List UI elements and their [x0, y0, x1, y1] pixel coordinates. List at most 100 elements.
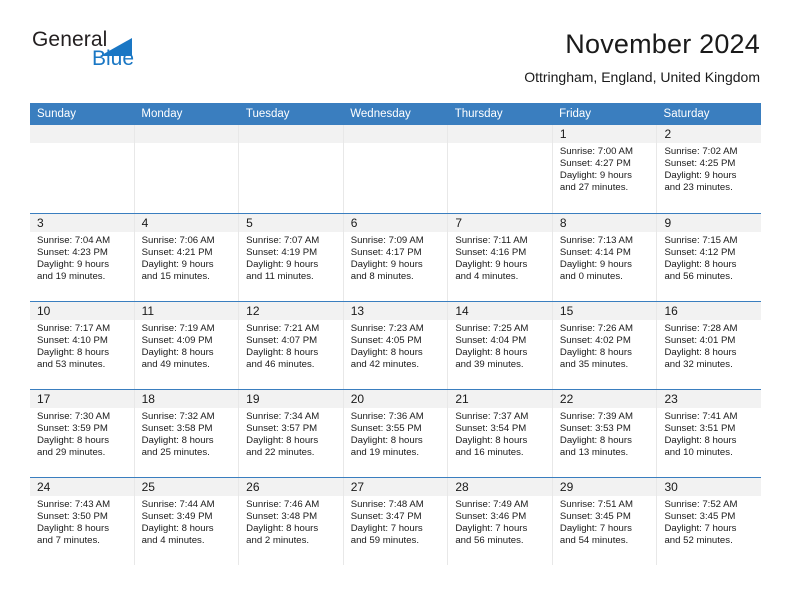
- calendar-day-cell[interactable]: 18 Sunrise: 7:32 AM Sunset: 3:58 PM Dayligh…: [133, 390, 239, 477]
- sun-times-line: and 39 minutes.: [455, 359, 524, 371]
- sun-times-line: Sunset: 3:50 PM: [37, 511, 108, 523]
- sun-times-line: Daylight: 8 hours: [141, 523, 214, 535]
- calendar-day-cell[interactable]: 11 Sunrise: 7:19 AM Sunset: 4:09 PM Dayligh…: [133, 302, 239, 389]
- sun-times-line: Sunset: 4:09 PM: [141, 335, 213, 347]
- calendar-day-cell[interactable]: 14 Sunrise: 7:25 AM Sunset: 4:04 PM Dayligh…: [447, 302, 552, 389]
- sun-times-line: Daylight: 8 hours: [246, 347, 319, 359]
- sun-times-line: Sunset: 4:25 PM: [664, 158, 736, 170]
- calendar-cell-empty: [342, 125, 448, 213]
- sun-times-line: Daylight: 8 hours: [559, 347, 632, 359]
- calendar-day-cell[interactable]: 5 Sunrise: 7:07 AM Sunset: 4:19 PM Daylight…: [238, 214, 343, 301]
- calendar-day-cell[interactable]: 29 Sunrise: 7:51 AM Sunset: 3:45 PM Dayligh…: [551, 478, 657, 565]
- calendar-day-cell[interactable]: 15 Sunrise: 7:26 AM Sunset: 4:02 PM Dayligh…: [551, 302, 657, 389]
- sun-times-line: and 22 minutes.: [246, 447, 315, 459]
- calendar-day-cell[interactable]: 10 Sunrise: 7:17 AM Sunset: 4:10 PM Dayligh…: [30, 302, 134, 389]
- calendar-day-cell[interactable]: 12 Sunrise: 7:21 AM Sunset: 4:07 PM Dayligh…: [238, 302, 343, 389]
- sun-times-line: Sunset: 4:14 PM: [559, 247, 631, 259]
- day-number: 18: [134, 390, 239, 408]
- calendar-week-row: 10 Sunrise: 7:17 AM Sunset: 4:10 PM Dayligh…: [30, 301, 762, 389]
- calendar-day-cell[interactable]: 13 Sunrise: 7:23 AM Sunset: 4:05 PM Dayligh…: [342, 302, 448, 389]
- sun-times-line: Sunrise: 7:17 AM: [37, 323, 111, 334]
- calendar-day-cell[interactable]: 25 Sunrise: 7:44 AM Sunset: 3:49 PM Dayligh…: [133, 478, 239, 565]
- sun-times-line: and 59 minutes.: [350, 535, 420, 547]
- calendar-day-cell[interactable]: 19 Sunrise: 7:34 AM Sunset: 3:57 PM Dayligh…: [238, 390, 343, 477]
- calendar-day-cell[interactable]: 21 Sunrise: 7:37 AM Sunset: 3:54 PM Dayligh…: [447, 390, 552, 477]
- sun-times-line: and 10 minutes.: [664, 447, 733, 459]
- sun-times-line: Daylight: 7 hours: [455, 523, 528, 535]
- sun-times: [344, 143, 448, 146]
- weekday-header-tuesday: Tuesday: [245, 108, 290, 120]
- sun-times-line: Daylight: 9 hours: [664, 170, 737, 182]
- calendar-day-cell[interactable]: 1 Sunrise: 7:00 AM Sunset: 4:27 PM Daylight…: [551, 125, 657, 213]
- brand-logo[interactable]: General Blue: [30, 28, 250, 88]
- sun-times-line: and 2 minutes.: [246, 535, 310, 547]
- day-number: 4: [134, 214, 239, 232]
- calendar-day-cell[interactable]: 3 Sunrise: 7:04 AM Sunset: 4:23 PM Daylight…: [30, 214, 134, 301]
- sun-times-line: Sunrise: 7:06 AM: [141, 235, 215, 246]
- calendar-day-cell[interactable]: 4 Sunrise: 7:06 AM Sunset: 4:21 PM Daylight…: [133, 214, 239, 301]
- sun-times: Sunrise: 7:17 AM Sunset: 4:10 PM Daylight:…: [30, 320, 134, 371]
- weekday-header-saturday: Saturday: [663, 108, 710, 120]
- sun-times-line: Sunrise: 7:07 AM: [246, 235, 320, 246]
- calendar-day-cell[interactable]: 2 Sunrise: 7:02 AM Sunset: 4:25 PM Daylight…: [656, 125, 762, 213]
- calendar-day-cell[interactable]: 7 Sunrise: 7:11 AM Sunset: 4:16 PM Daylight…: [447, 214, 552, 301]
- calendar-day-cell[interactable]: 8 Sunrise: 7:13 AM Sunset: 4:14 PM Daylight…: [551, 214, 657, 301]
- sun-times-line: Daylight: 8 hours: [37, 435, 109, 447]
- sun-times-line: Sunset: 4:02 PM: [559, 335, 631, 347]
- sun-times-line: Daylight: 9 hours: [246, 259, 319, 271]
- calendar-day-cell[interactable]: 17 Sunrise: 7:30 AM Sunset: 3:59 PM Dayligh…: [30, 390, 134, 477]
- sun-times-line: Daylight: 8 hours: [664, 259, 737, 271]
- calendar-week-row: 17 Sunrise: 7:30 AM Sunset: 3:59 PM Dayligh…: [30, 389, 762, 477]
- page-title: November 2024: [565, 29, 760, 59]
- sun-times-line: Sunset: 3:48 PM: [246, 511, 318, 523]
- calendar-week-row: 1 Sunrise: 7:00 AM Sunset: 4:27 PM Daylight…: [30, 125, 762, 213]
- day-number: 22: [552, 390, 657, 408]
- sun-times: Sunrise: 7:28 AM Sunset: 4:01 PM Daylight:…: [657, 320, 761, 371]
- calendar-day-cell[interactable]: 22 Sunrise: 7:39 AM Sunset: 3:53 PM Dayligh…: [551, 390, 657, 477]
- sun-times-line: and 27 minutes.: [559, 182, 629, 194]
- sun-times-line: and 13 minutes.: [559, 447, 629, 459]
- calendar-day-cell[interactable]: 23 Sunrise: 7:41 AM Sunset: 3:51 PM Dayligh…: [656, 390, 762, 477]
- sun-times-line: Sunrise: 7:21 AM: [246, 323, 320, 334]
- sun-times-line: and 7 minutes.: [37, 535, 100, 547]
- sun-times-line: Sunset: 3:45 PM: [559, 511, 631, 523]
- sun-times-line: and 32 minutes.: [664, 359, 733, 371]
- day-number: 7: [448, 214, 552, 232]
- calendar-day-cell[interactable]: 20 Sunrise: 7:36 AM Sunset: 3:55 PM Dayligh…: [342, 390, 448, 477]
- sun-times: Sunrise: 7:25 AM Sunset: 4:04 PM Daylight:…: [448, 320, 552, 371]
- calendar-day-cell[interactable]: 16 Sunrise: 7:28 AM Sunset: 4:01 PM Dayligh…: [656, 302, 762, 389]
- sun-times-line: Sunset: 3:58 PM: [141, 423, 213, 435]
- calendar-day-cell[interactable]: 28 Sunrise: 7:49 AM Sunset: 3:46 PM Dayligh…: [447, 478, 552, 565]
- day-number: 26: [239, 478, 343, 496]
- sun-times-line: Sunset: 4:17 PM: [350, 247, 422, 259]
- day-number: 21: [448, 390, 552, 408]
- sun-times-line: and 23 minutes.: [664, 182, 733, 194]
- sun-times-line: Sunrise: 7:13 AM: [559, 235, 633, 246]
- calendar-day-cell[interactable]: 9 Sunrise: 7:15 AM Sunset: 4:12 PM Daylight…: [656, 214, 762, 301]
- calendar-day-cell[interactable]: 24 Sunrise: 7:43 AM Sunset: 3:50 PM Dayligh…: [30, 478, 134, 565]
- sun-times-line: and 0 minutes.: [559, 271, 623, 283]
- sun-times: Sunrise: 7:09 AM Sunset: 4:17 PM Daylight:…: [344, 232, 448, 283]
- sun-times-line: Sunrise: 7:15 AM: [664, 235, 738, 246]
- sun-times-line: and 19 minutes.: [37, 271, 106, 283]
- sun-times-line: Sunrise: 7:36 AM: [350, 411, 424, 422]
- sun-times-line: Sunset: 3:45 PM: [664, 511, 736, 523]
- sun-times: Sunrise: 7:44 AM Sunset: 3:49 PM Daylight:…: [135, 496, 239, 547]
- day-number: 9: [657, 214, 762, 232]
- sun-times: Sunrise: 7:43 AM Sunset: 3:50 PM Daylight:…: [30, 496, 134, 547]
- title-block: November 2024 Ottringham, England, Unite…: [524, 28, 760, 86]
- calendar-day-cell[interactable]: 30 Sunrise: 7:52 AM Sunset: 3:45 PM Dayligh…: [656, 478, 762, 565]
- sun-times-line: and 4 minutes.: [141, 535, 205, 547]
- sun-times-line: Sunset: 4:23 PM: [37, 247, 108, 259]
- sun-times-line: Sunrise: 7:30 AM: [37, 411, 111, 422]
- calendar-cell-empty: [447, 125, 552, 213]
- calendar-page: General Blue November 2024 Ottringham, E…: [0, 0, 792, 612]
- sun-times: Sunrise: 7:23 AM Sunset: 4:05 PM Daylight:…: [344, 320, 448, 371]
- sun-times-line: Sunset: 3:47 PM: [350, 511, 422, 523]
- day-number: 11: [134, 302, 239, 320]
- calendar-day-cell[interactable]: 27 Sunrise: 7:48 AM Sunset: 3:47 PM Dayligh…: [342, 478, 448, 565]
- calendar-day-cell[interactable]: 6 Sunrise: 7:09 AM Sunset: 4:17 PM Daylight…: [342, 214, 448, 301]
- day-number: 19: [239, 390, 343, 408]
- calendar-day-cell[interactable]: 26 Sunrise: 7:46 AM Sunset: 3:48 PM Dayligh…: [238, 478, 343, 565]
- sun-times-line: Sunrise: 7:26 AM: [559, 323, 633, 334]
